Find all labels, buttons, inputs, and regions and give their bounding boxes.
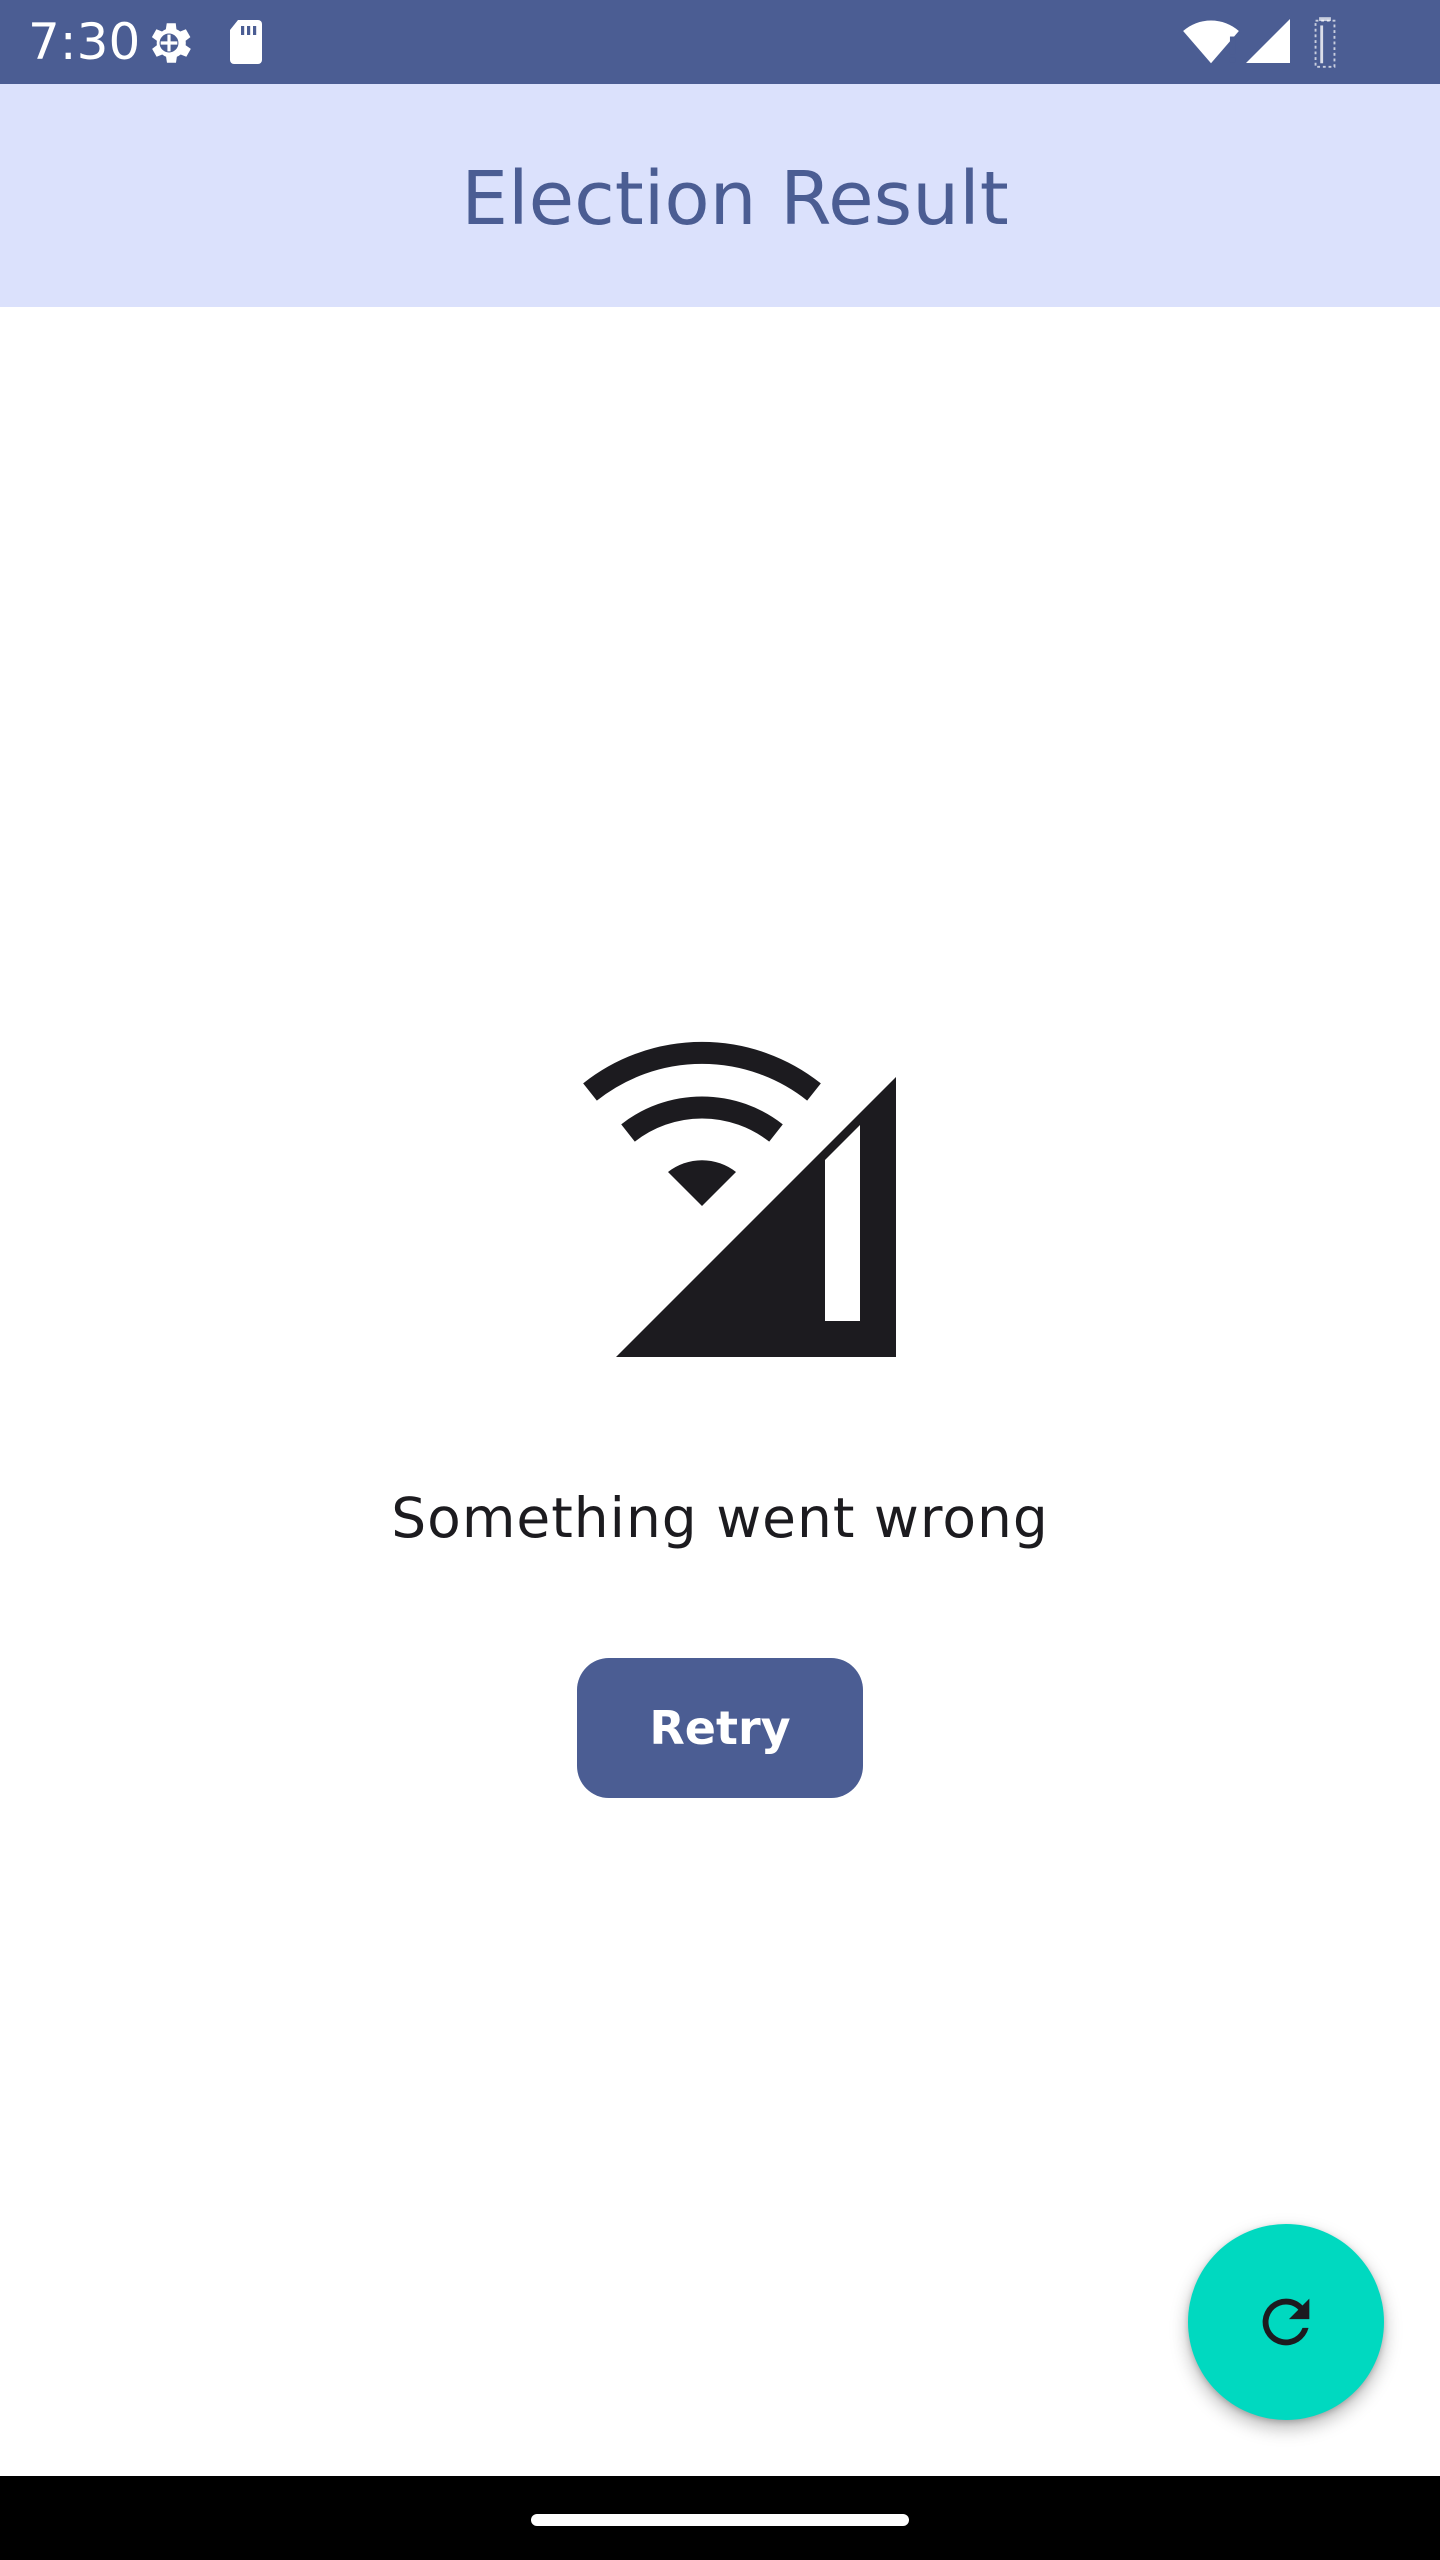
refresh-fab[interactable] [1188,2224,1384,2420]
refresh-icon [1251,2287,1321,2357]
screen: 7:30 Election Result Something went wron… [0,0,1440,2560]
page-title: Election Result [461,156,1009,242]
home-gesture-handle[interactable] [531,2514,909,2526]
battery-icon [1310,16,1340,73]
sd-card-icon [224,18,268,71]
wifi-alert-icon [1182,16,1240,71]
app-bar: Election Result [0,84,1440,307]
error-message: Something went wrong [391,1486,1049,1550]
navigation-bar [0,2476,1440,2560]
settings-gear-icon [142,16,196,75]
retry-button[interactable]: Retry [577,1658,863,1798]
cell-signal-icon [1246,18,1290,69]
status-bar: 7:30 [0,0,1440,84]
network-off-icon [578,1024,896,1357]
status-time: 7:30 [28,13,141,71]
